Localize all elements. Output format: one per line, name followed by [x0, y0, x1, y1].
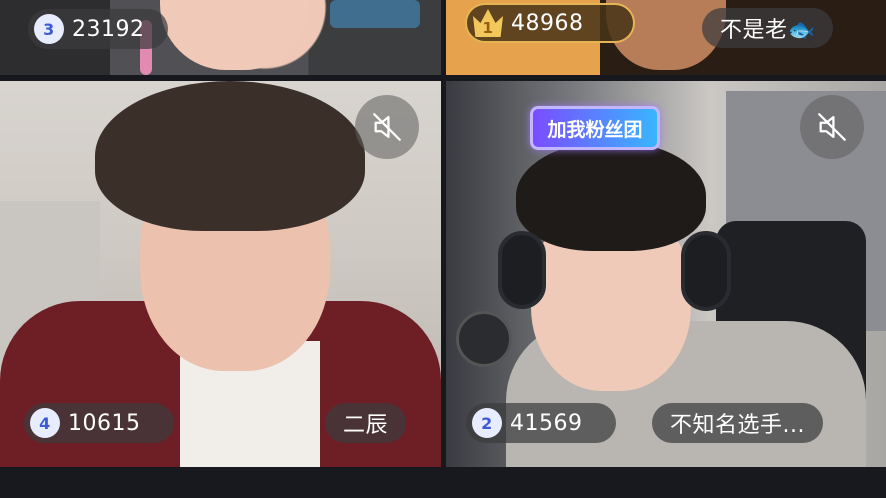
rank-badge: 4 [30, 408, 60, 438]
score-pill: 3 23192 [28, 9, 168, 49]
streamer-name-pill[interactable]: 不知名选手... [652, 403, 823, 443]
tile-divider-horizontal [0, 75, 886, 81]
mute-button[interactable] [355, 95, 419, 159]
streamer-name-pill[interactable]: 不是老🐟 [702, 8, 834, 48]
video-tile-top-right[interactable]: 1 48968 不是老🐟 [446, 0, 886, 75]
hair [516, 141, 706, 251]
streamer-name: 不知名选手... [670, 413, 805, 438]
streamer-name: 二辰 [343, 413, 389, 438]
speaker-muted-icon [373, 113, 401, 141]
streamer-face [160, 0, 310, 70]
speaker [456, 311, 512, 367]
crown-icon: 1 [473, 9, 503, 37]
fan-club-banner[interactable]: 加我粉丝团 [530, 106, 660, 150]
hair [95, 81, 365, 231]
rank-badge: 3 [34, 14, 64, 44]
score-pill: 2 41569 [466, 403, 616, 443]
bottom-bar [0, 467, 886, 498]
score-value: 10615 [68, 410, 141, 436]
video-tile-top-left[interactable]: 3 23192 [0, 0, 441, 75]
headphone-left [498, 231, 546, 309]
tile-divider-vertical [441, 0, 446, 467]
video-tile-bottom-left[interactable]: 4 10615 二辰 [0, 81, 441, 467]
streamer-name-pill[interactable]: 二辰 [325, 403, 407, 443]
score-pill: 4 10615 [24, 403, 174, 443]
score-pill: 1 48968 [465, 3, 635, 43]
rank-badge: 2 [472, 408, 502, 438]
speaker-muted-icon [818, 113, 846, 141]
video-tile-bottom-right[interactable]: 加我粉丝团 2 41569 不知名选手... [446, 81, 886, 467]
streamer-name: 不是老🐟 [720, 18, 816, 43]
score-value: 41569 [510, 410, 583, 436]
headphone-right [681, 231, 731, 311]
mute-button[interactable] [800, 95, 864, 159]
score-value: 48968 [511, 10, 584, 36]
shoes [330, 0, 420, 28]
score-value: 23192 [72, 16, 145, 42]
